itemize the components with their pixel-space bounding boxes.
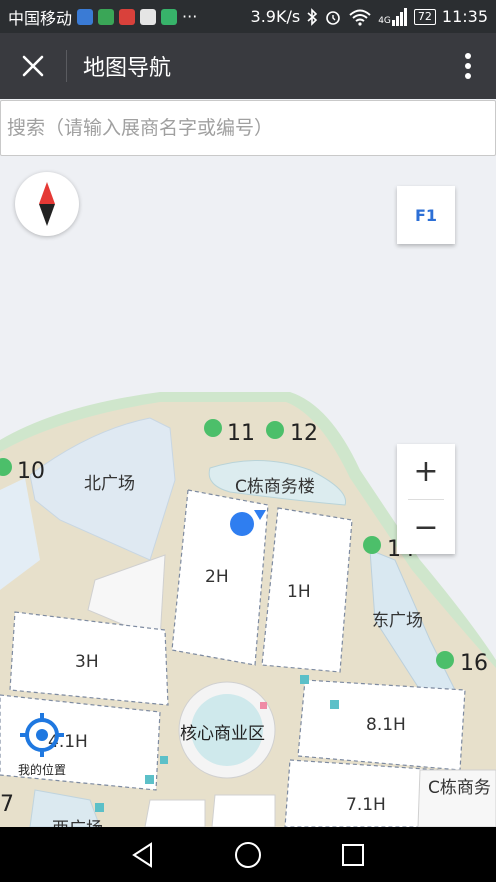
user-location-marker	[230, 512, 254, 536]
core-business-label: 核心商业区	[180, 724, 265, 744]
floor-switch-button[interactable]: F1	[397, 186, 455, 244]
west-plaza-label: 西广场	[52, 819, 103, 827]
hall-71h-building	[284, 759, 441, 827]
map-view[interactable]: 11 12 10 14 16 7 北广场 C栋商务楼 东广场 核心商业区 C栋商…	[0, 159, 496, 827]
battery-icon: 72	[413, 8, 436, 25]
compass-button[interactable]	[15, 172, 79, 236]
recents-button[interactable]	[333, 835, 373, 875]
network-speed: 3.9K/s	[250, 7, 301, 26]
entrance-label-10: 10	[17, 459, 45, 484]
alarm-icon	[326, 10, 340, 25]
clock: 11:35	[441, 7, 488, 26]
hall-71h-label: 7.1H	[346, 795, 386, 815]
search-bar	[0, 99, 496, 159]
more-vertical-icon	[465, 53, 471, 79]
hall-3h-label: 3H	[75, 652, 99, 672]
south-block	[144, 799, 206, 827]
carrier-label: 中国移动	[8, 8, 73, 28]
zoom-control: + −	[397, 444, 455, 554]
c-business-south-label: C栋商务	[428, 778, 491, 798]
title-divider	[66, 50, 67, 82]
locate-target-icon	[20, 713, 64, 757]
entrance-label-11: 11	[227, 421, 255, 446]
hall-1h-label: 1H	[287, 582, 311, 602]
signal-icon	[391, 7, 407, 26]
north-plaza-label: 北广场	[84, 474, 135, 494]
hall-81h-label: 8.1H	[366, 715, 406, 735]
c-business-north-label: C栋商务楼	[235, 477, 315, 497]
back-button[interactable]	[123, 835, 163, 875]
app-notification-icon	[140, 8, 157, 25]
floor-label: F1	[414, 205, 438, 225]
my-location-label: 我的位置	[17, 763, 66, 777]
search-box	[0, 100, 496, 156]
entrance-label-7: 7	[0, 792, 14, 817]
app-notification-icon	[161, 8, 178, 25]
close-icon	[22, 55, 44, 77]
hall-2h-label: 2H	[205, 567, 229, 587]
system-navigation-bar	[0, 827, 496, 882]
app-notification-icon	[119, 8, 136, 25]
wifi-icon	[349, 9, 371, 26]
search-input[interactable]	[7, 117, 495, 139]
zoom-in-button[interactable]: +	[397, 444, 455, 499]
app-notification-icon	[98, 8, 115, 25]
zoom-out-button[interactable]: −	[397, 500, 455, 555]
title-bar: 地图导航	[0, 33, 496, 99]
close-button[interactable]	[0, 33, 66, 99]
page-title: 地图导航	[83, 56, 172, 81]
home-button[interactable]	[228, 835, 268, 875]
battery-level: 72	[417, 10, 432, 23]
back-triangle-icon	[131, 841, 152, 868]
entrance-label-12: 12	[290, 421, 318, 446]
home-circle-icon	[234, 841, 261, 868]
more-menu-button[interactable]	[440, 33, 496, 99]
entrance-label-16: 16	[460, 651, 488, 676]
bluetooth-icon	[307, 7, 318, 26]
compass-icon	[39, 182, 55, 226]
my-location-button[interactable]: 我的位置	[12, 711, 72, 778]
recents-square-icon	[342, 843, 365, 866]
more-notifications: ···	[182, 7, 198, 26]
network-type: 4G	[378, 15, 391, 26]
south-block	[211, 794, 276, 827]
status-bar: 中国移动 ··· 3.9K/s 4G 72 11:35	[0, 0, 496, 33]
app-notification-icon	[77, 8, 94, 25]
east-plaza-label: 东广场	[372, 611, 423, 631]
